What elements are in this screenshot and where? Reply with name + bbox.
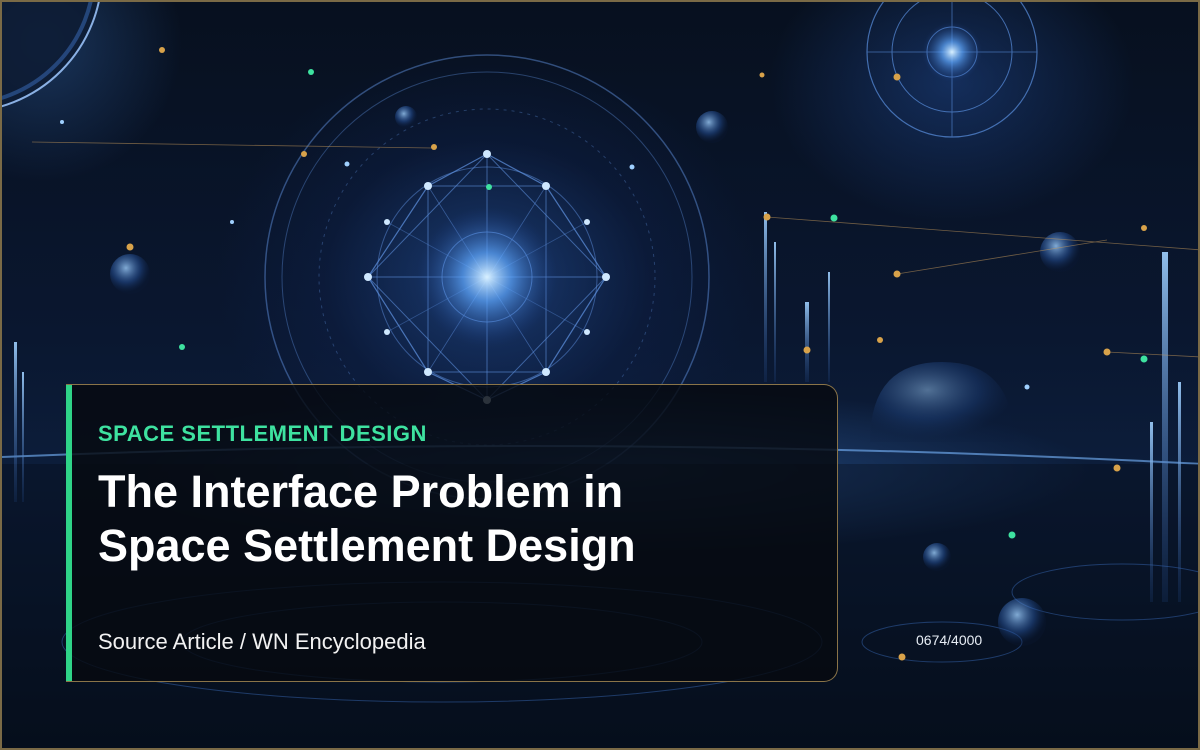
- source-label: Source Article / WN Encyclopedia: [98, 629, 426, 654]
- hero-frame: SPACE SETTLEMENT DESIGN The Interface Pr…: [0, 0, 1200, 750]
- dome-icon: [870, 362, 1014, 442]
- card-accent-bar: [66, 385, 72, 681]
- category-label: SPACE SETTLEMENT DESIGN: [98, 421, 427, 446]
- article-counter: 0674/4000: [916, 632, 983, 648]
- article-card[interactable]: SPACE SETTLEMENT DESIGN The Interface Pr…: [66, 384, 838, 682]
- article-title-line-1: The Interface Problem in: [98, 466, 624, 517]
- connection-lines: [31, 141, 1198, 358]
- article-title[interactable]: The Interface Problem in Space Settlemen…: [98, 465, 798, 573]
- planet-icon: [2, 2, 100, 108]
- article-title-line-2: Space Settlement Design: [98, 520, 636, 571]
